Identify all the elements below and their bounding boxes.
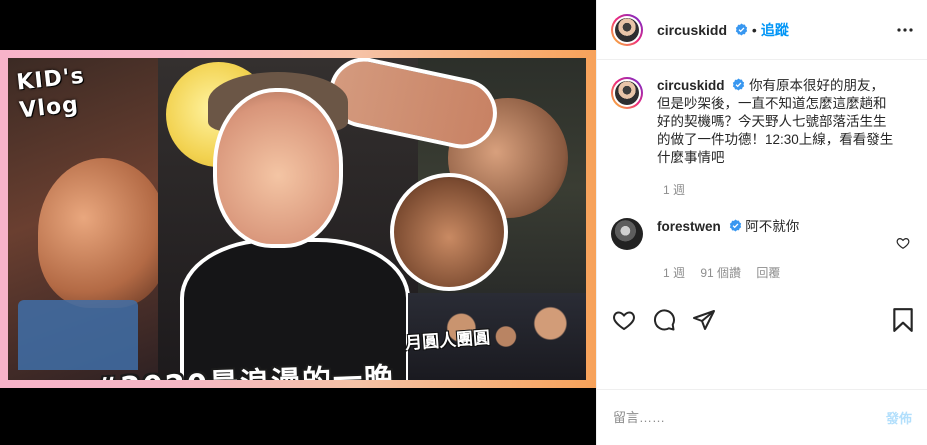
comment-text: 阿不就你	[745, 219, 800, 234]
face-cutout	[213, 88, 343, 248]
follow-button[interactable]: 追蹤	[761, 20, 789, 40]
comment-row: forestwen 阿不就你	[611, 218, 914, 250]
verified-badge-icon	[735, 23, 748, 35]
post-media[interactable]: KID's Vlog 月圓人團圓 #2020最浪漫的一晚	[0, 0, 596, 445]
add-comment-bar: 發佈	[597, 389, 927, 445]
caption-avatar[interactable]	[611, 77, 643, 109]
caption-time[interactable]: 1 週	[663, 183, 685, 197]
avatar-ring-inner	[613, 15, 641, 44]
vlog-title: KID's Vlog	[15, 63, 89, 126]
comment-input[interactable]	[613, 410, 886, 425]
tent-shape	[18, 300, 138, 370]
caption-row: circuskidd 你有原本很好的朋友，但是吵架後，一直不知道怎麼這麼趟和好的…	[611, 77, 914, 167]
header-username-text: circuskidd	[657, 21, 728, 38]
comment-icon	[653, 309, 675, 331]
comment-meta: 1 週 91 個讚 回覆	[663, 264, 914, 281]
comment-username[interactable]: forestwen	[657, 219, 721, 234]
bookmark-icon[interactable]	[890, 307, 916, 333]
comment-like-heart-icon[interactable]	[896, 236, 910, 250]
video-thumbnail[interactable]: KID's Vlog 月圓人團圓 #2020最浪漫的一晚	[0, 50, 596, 388]
comment-time[interactable]: 1 週	[663, 266, 685, 280]
post-comment-button[interactable]: 發佈	[886, 408, 912, 427]
post-sidebar: circuskidd • 追蹤 circuskidd 你有原本很好的朋友，但是吵…	[596, 0, 927, 445]
circle-face-inset	[390, 173, 508, 291]
caption-avatar-inner	[613, 79, 641, 107]
caption-meta: 1 週	[663, 181, 914, 198]
header-separator: •	[751, 21, 757, 38]
verified-badge-icon	[733, 78, 745, 91]
reply-button[interactable]: 回覆	[756, 266, 780, 280]
commenter-avatar[interactable]	[611, 218, 643, 250]
comment-button[interactable]	[651, 307, 677, 333]
avatar[interactable]	[611, 13, 643, 46]
comment-likes[interactable]: 91 個讚	[700, 266, 741, 280]
post-header: circuskidd • 追蹤	[597, 0, 927, 60]
comment-text-block: forestwen 阿不就你	[657, 218, 895, 236]
like-button[interactable]	[611, 307, 637, 333]
share-icon	[693, 310, 715, 330]
comments-section: circuskidd 你有原本很好的朋友，但是吵架後，一直不知道怎麼這麼趟和好的…	[597, 61, 927, 286]
verified-badge-icon	[729, 219, 741, 232]
caption-username[interactable]: circuskidd	[657, 78, 725, 93]
thumbnail-image: KID's Vlog 月圓人團圓 #2020最浪漫的一晚	[8, 58, 586, 380]
share-button[interactable]	[691, 307, 717, 333]
avatar-image	[615, 17, 639, 42]
more-options-icon[interactable]	[896, 21, 914, 39]
couple-photo	[38, 158, 168, 308]
caption-avatar-image	[615, 81, 639, 105]
header-username[interactable]: circuskidd	[657, 22, 748, 38]
caption-text-block: circuskidd 你有原本很好的朋友，但是吵架後，一直不知道怎麼這麼趟和好的…	[657, 77, 895, 167]
action-bar	[597, 300, 927, 340]
heart-icon	[613, 311, 635, 331]
